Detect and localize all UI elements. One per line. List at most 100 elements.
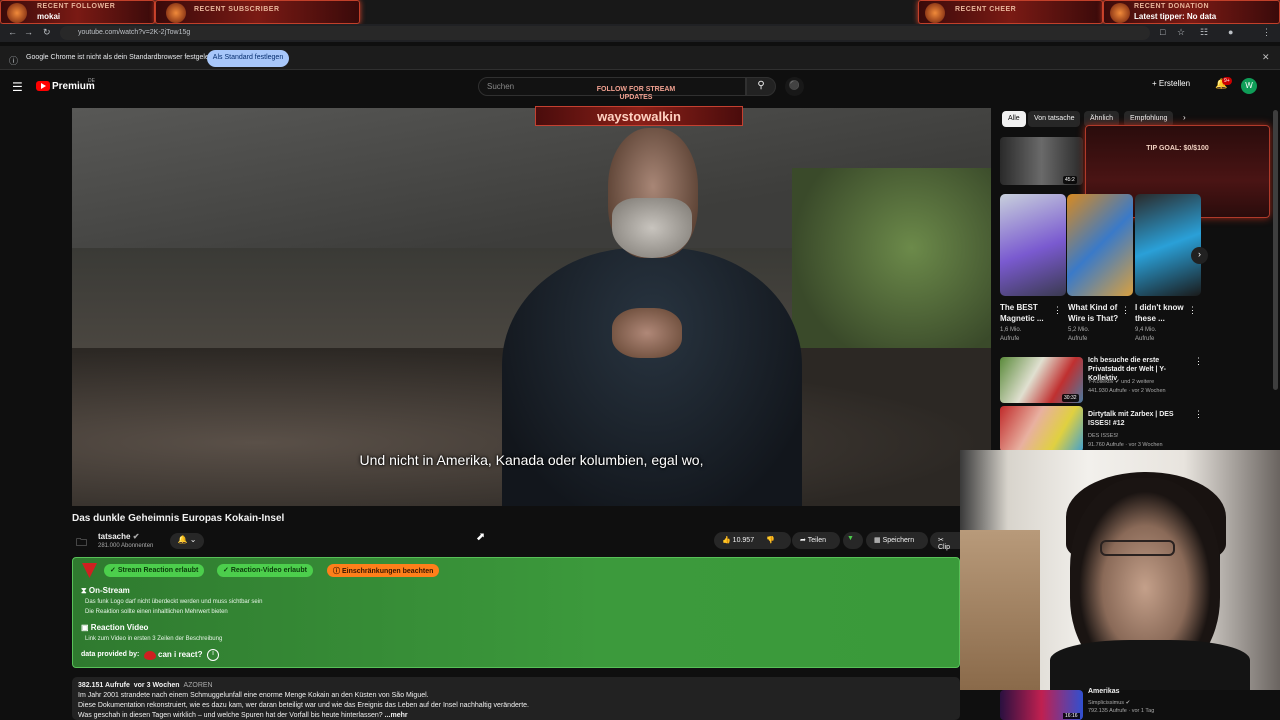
video-duration: 30:32 xyxy=(1062,394,1079,402)
restrictions-badge: ⓘ Einschränkungen beachten xyxy=(327,564,440,577)
short-views-1: 1,6 Mio. Aufrufe xyxy=(1000,327,1022,342)
video-player[interactable] xyxy=(72,108,991,506)
profile-icon[interactable]: ● xyxy=(1228,27,1233,37)
share-label: Teilen xyxy=(807,537,826,544)
hamburger-menu-icon[interactable]: ☰ xyxy=(12,80,23,94)
scissors-icon: ✂ xyxy=(938,537,944,544)
video-title: Das dunkle Geheimnis Europas Kokain-Inse… xyxy=(72,513,285,524)
canireact-heart-icon xyxy=(144,651,156,660)
recent-follower-name: mokai xyxy=(37,12,61,21)
short-thumbnail-2[interactable] xyxy=(1067,194,1133,296)
follow-prompt: FOLLOW FOR STREAM UPDATES xyxy=(596,86,676,101)
page-scrollbar[interactable] xyxy=(1273,110,1278,390)
save-button[interactable]: ▦ Speichern xyxy=(866,532,928,549)
video-channel: DES ISSES! xyxy=(1088,433,1119,439)
streamer-name: waystowalkin xyxy=(535,106,743,126)
install-icon[interactable]: □ xyxy=(1160,27,1165,37)
video-title-link[interactable]: Dirtytalk mit Zarbex | DES ISSES! #12 xyxy=(1088,410,1192,428)
more-options-icon[interactable]: ⋮ xyxy=(1194,409,1203,420)
video-camera-icon: ▣ xyxy=(81,623,89,632)
create-button[interactable]: + Erstellen xyxy=(1152,79,1190,88)
canireact-name[interactable]: can i react? xyxy=(158,650,202,659)
extensions-icon[interactable]: ☷ xyxy=(1200,27,1208,38)
avatar[interactable]: W xyxy=(1241,78,1257,94)
short-title-1[interactable]: The BEST Magnetic ... xyxy=(1000,302,1056,324)
show-more-link[interactable]: ...mehr xyxy=(385,712,408,719)
provided-by-label: data provided by: xyxy=(81,651,140,658)
subscriber-icon xyxy=(166,3,186,23)
share-button[interactable]: ➦ Teilen xyxy=(792,532,840,549)
more-options-icon[interactable]: ⋮ xyxy=(1121,305,1130,316)
short-title-3[interactable]: I didn't know these ... xyxy=(1135,302,1191,324)
video-duration: 45:2 xyxy=(1063,176,1077,184)
search-icon: ⚲ xyxy=(757,80,765,91)
video-thumbnail[interactable] xyxy=(1000,406,1083,452)
follower-icon xyxy=(7,3,27,23)
region-label: DE xyxy=(88,78,95,84)
donation-icon xyxy=(1110,3,1130,23)
onstream-rule-2: Die Reaktion sollte einen inhaltlichen M… xyxy=(85,609,228,615)
onstream-title: ⧗ On-Stream xyxy=(81,586,130,595)
thumbs-down-icon[interactable]: 👎 xyxy=(766,537,775,544)
channel-avatar-icon[interactable]: 🗀 xyxy=(76,534,87,553)
close-icon[interactable]: ✕ xyxy=(1262,52,1270,63)
url-text: youtube.com/watch?v=2K-2jTow15g xyxy=(78,29,191,36)
description-line-1: Im Jahr 2001 strandete nach einem Schmug… xyxy=(78,692,429,699)
more-options-icon[interactable]: ⋮ xyxy=(1188,305,1197,316)
save-label: Speichern xyxy=(882,537,915,544)
info-icon[interactable]: i xyxy=(207,649,219,661)
video-person-hand xyxy=(612,308,682,358)
mouse-cursor-icon: ⬈ xyxy=(476,531,486,543)
description-line-3: Was geschah in diesen Tagen wirklich – u… xyxy=(78,712,408,719)
chevron-right-icon[interactable]: › xyxy=(1183,113,1186,122)
search-button[interactable]: ⚲ xyxy=(746,77,776,96)
canireact-icon: ▼ xyxy=(847,535,854,542)
video-title-link[interactable]: Amerikas xyxy=(1088,688,1120,695)
video-person-beard xyxy=(612,198,692,258)
clip-button[interactable]: ✂ Clip xyxy=(930,532,960,551)
recent-follower-title: RECENT FOLLOWER xyxy=(37,3,116,10)
more-options-icon[interactable]: ⋮ xyxy=(1053,305,1062,316)
arrow-right-icon[interactable]: → xyxy=(24,27,33,37)
chrome-menu-icon[interactable]: ⋮ xyxy=(1262,27,1271,38)
info-icon: ⓘ xyxy=(9,56,19,66)
address-bar[interactable]: youtube.com/watch?v=2K-2jTow15g xyxy=(60,26,1150,40)
more-options-icon[interactable]: ⋮ xyxy=(1194,356,1203,367)
chip-all[interactable]: Alle xyxy=(1002,111,1026,127)
short-thumbnail-1[interactable] xyxy=(1000,194,1066,296)
recent-subscriber-alert: RECENT SUBSCRIBER xyxy=(155,0,360,24)
short-views-2: 5,2 Mio. Aufrufe xyxy=(1068,327,1090,342)
canireact-extension-button[interactable]: ▼ xyxy=(843,532,863,549)
video-meta: Simplicissimus ✔ 792.135 Aufrufe · vor 1 … xyxy=(1088,700,1155,714)
reaction-rule-1: Link zum Video in ersten 3 Zeilen der Be… xyxy=(85,636,223,642)
recent-follower-alert: RECENT FOLLOWER mokai xyxy=(0,0,155,24)
reload-icon[interactable]: ↻ xyxy=(43,27,51,38)
recent-cheer-title: RECENT CHEER xyxy=(955,6,1017,13)
video-duration: 16:16 xyxy=(1063,713,1080,719)
set-default-browser-button[interactable]: Als Standard festlegen xyxy=(207,50,289,67)
stream-reaction-badge: ✓ Stream Reaction erlaubt xyxy=(104,564,205,577)
short-thumbnail-3[interactable] xyxy=(1135,194,1201,296)
webcam-glasses xyxy=(1100,540,1175,556)
webcam-shelf xyxy=(960,530,1040,690)
verified-icon: ✔ xyxy=(132,532,140,541)
microphone-icon[interactable]: ⚫ xyxy=(785,77,804,96)
channel-name[interactable]: tatsache ✔ xyxy=(98,532,139,541)
reaction-video-badge: ✓ Reaction-Video erlaubt xyxy=(217,564,313,577)
short-title-2[interactable]: What Kind of Wire is That? xyxy=(1068,302,1124,324)
chevron-right-icon[interactable]: › xyxy=(1191,247,1208,264)
broadcast-icon: ⧗ xyxy=(81,586,87,595)
video-subtitle: Und nicht in Amerika, Kanada oder kolumb… xyxy=(359,452,704,468)
chip-from-channel[interactable]: Von tatsache xyxy=(1028,111,1081,127)
recent-cheer-alert: RECENT CHEER xyxy=(918,0,1103,24)
subscription-bell-button[interactable]: 🔔 ⌄ xyxy=(170,533,204,549)
webcam-person-shirt xyxy=(1050,640,1250,690)
bookmark-star-icon[interactable]: ☆ xyxy=(1177,27,1185,38)
youtube-logo-icon[interactable] xyxy=(36,81,50,91)
bookmark-icon: ▦ xyxy=(874,537,881,544)
arrow-left-icon[interactable]: ← xyxy=(8,27,17,37)
video-channel: Y-Kollektiv ✔ und 2 weitere xyxy=(1088,379,1155,385)
video-grass xyxy=(792,168,991,368)
like-button[interactable]: 👍 10.957 👎 xyxy=(714,532,791,549)
recent-donation-value: Latest tipper: No data xyxy=(1134,12,1217,21)
